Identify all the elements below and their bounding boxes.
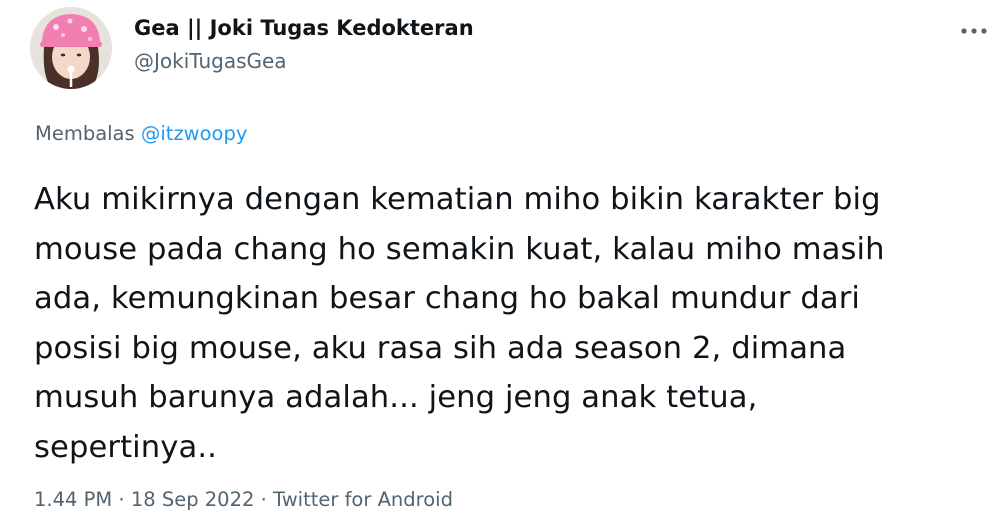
tweet-text-line: sepertinya.. bbox=[34, 429, 217, 465]
tweet-time[interactable]: 1.44 PM bbox=[34, 488, 112, 511]
author-handle[interactable]: @JokiTugasGea bbox=[134, 47, 474, 75]
reply-mention-link[interactable]: @itzwoopy bbox=[141, 122, 248, 145]
tweet-text: Aku mikirnya dengan kematian miho bikin … bbox=[34, 175, 989, 472]
tweet-text-line: Aku mikirnya dengan kematian miho bikin … bbox=[34, 182, 881, 217]
avatar[interactable] bbox=[30, 7, 112, 89]
tweet-text-line: mouse pada chang ho semakin kuat, kalau … bbox=[34, 231, 885, 267]
tweet-text-line: musuh barunya adalah... jeng jeng anak t… bbox=[34, 380, 758, 415]
author-display-name[interactable]: Gea || Joki Tugas Kedokteran bbox=[134, 14, 474, 42]
tweet-text-line: ada, kemungkinan besar chang ho bakal mu… bbox=[34, 281, 861, 316]
tweet-text-line: posisi big mouse, aku rasa sih ada seaso… bbox=[34, 330, 847, 366]
tweet-meta: 1.44 PM · 18 Sep 2022 · Twitter for Andr… bbox=[34, 488, 453, 511]
author-info: Gea || Joki Tugas Kedokteran @JokiTugasG… bbox=[134, 14, 474, 75]
more-options-icon bbox=[961, 28, 987, 34]
avatar-image bbox=[30, 7, 112, 89]
meta-separator: · bbox=[254, 488, 274, 511]
tweet-date[interactable]: 18 Sep 2022 bbox=[131, 488, 255, 511]
reply-prefix: Membalas bbox=[35, 122, 135, 145]
tweet-card: Gea || Joki Tugas Kedokteran @JokiTugasG… bbox=[0, 0, 1000, 524]
tweet-source[interactable]: Twitter for Android bbox=[273, 488, 453, 511]
more-options-button[interactable] bbox=[956, 18, 992, 44]
reply-context: Membalas @itzwoopy bbox=[35, 122, 247, 145]
meta-separator: · bbox=[112, 488, 131, 511]
